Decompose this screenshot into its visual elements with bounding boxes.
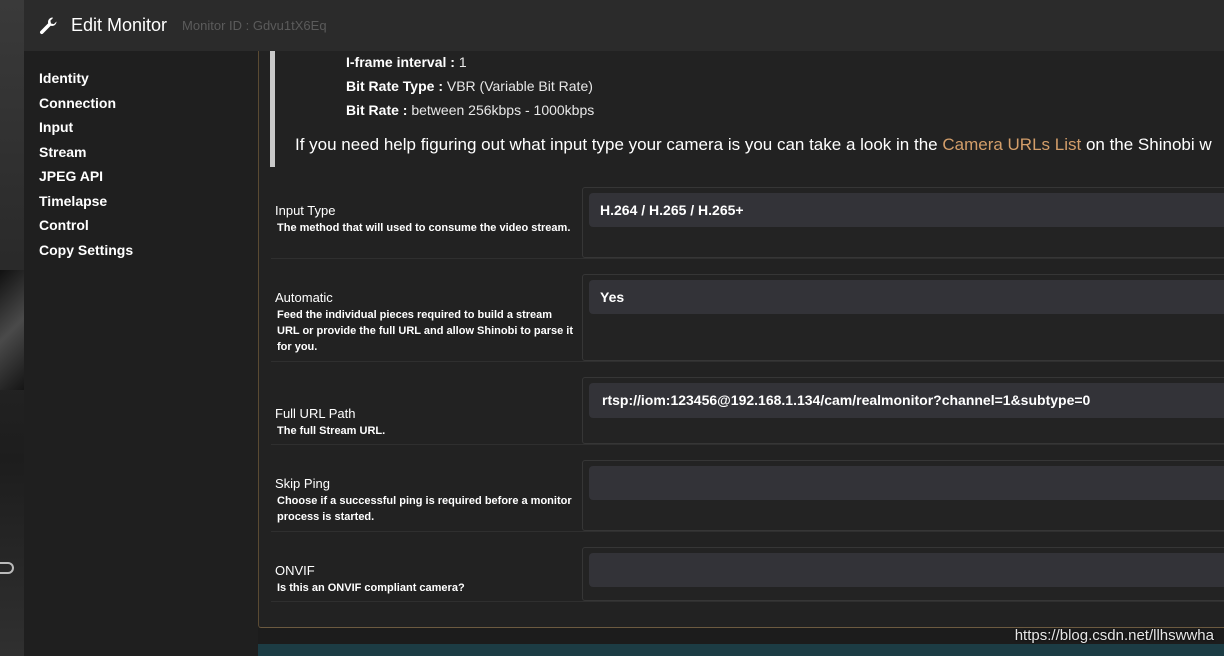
iframe-interval-line: I-frame interval : 1 (346, 54, 467, 70)
bitrate-type-line: Bit Rate Type : VBR (Variable Bit Rate) (346, 78, 593, 94)
background-window-edge (0, 0, 24, 656)
field-input-type: Input Type The method that will used to … (271, 187, 1224, 259)
automatic-select[interactable]: Yes (589, 280, 1224, 314)
input-type-select[interactable]: H.264 / H.265 / H.265+ (589, 193, 1224, 227)
monitor-id: Monitor ID : Gdvu1tX6Eq (182, 18, 327, 33)
full-url-input[interactable]: rtsp://iom:123456@192.168.1.134/cam/real… (589, 383, 1224, 418)
bitrate-line: Bit Rate : between 256kbps - 1000kbps (346, 102, 595, 118)
help-text: If you need help figuring out what input… (295, 135, 1212, 154)
nav-item-input[interactable]: Input (39, 118, 133, 143)
watermark: https://blog.csdn.net/llhswwha (1014, 627, 1214, 644)
info-note: I-frame interval : 1 Bit Rate Type : VBR… (270, 51, 1224, 167)
skip-ping-field (582, 460, 1224, 531)
automatic-field: Yes (582, 274, 1224, 361)
camera-urls-link[interactable]: Camera URLs List (942, 135, 1081, 154)
nav-item-timelapse[interactable]: Timelapse (39, 192, 133, 217)
section-nav: Identity Connection Input Stream JPEG AP… (24, 51, 258, 656)
nav-item-stream[interactable]: Stream (39, 143, 133, 168)
input-type-field: H.264 / H.265 / H.265+ (582, 187, 1224, 258)
nav-item-jpeg-api[interactable]: JPEG API (39, 167, 133, 192)
nav-item-connection[interactable]: Connection (39, 94, 133, 119)
field-skip-ping: Skip Ping Choose if a successful ping is… (271, 460, 1224, 532)
footer-bar (258, 644, 1224, 656)
background-cable (0, 562, 14, 574)
nav-item-identity[interactable]: Identity (39, 69, 133, 94)
field-full-url: Full URL Path The full Stream URL. rtsp:… (271, 377, 1224, 445)
modal-header: Edit Monitor Monitor ID : Gdvu1tX6Eq (24, 0, 1224, 52)
form-panel: I-frame interval : 1 Bit Rate Type : VBR… (258, 51, 1224, 628)
page-title: Edit Monitor (71, 15, 168, 35)
full-url-field: rtsp://iom:123456@192.168.1.134/cam/real… (582, 377, 1224, 444)
onvif-select[interactable] (589, 553, 1224, 587)
field-onvif: ONVIF Is this an ONVIF compliant camera? (271, 547, 1224, 602)
field-automatic: Automatic Feed the individual pieces req… (271, 274, 1224, 362)
wrench-icon (38, 16, 58, 36)
background-device-edge (0, 270, 24, 390)
onvif-field (582, 547, 1224, 601)
skip-ping-select[interactable] (589, 466, 1224, 500)
nav-item-control[interactable]: Control (39, 216, 133, 241)
nav-item-copy-settings[interactable]: Copy Settings (39, 241, 133, 266)
